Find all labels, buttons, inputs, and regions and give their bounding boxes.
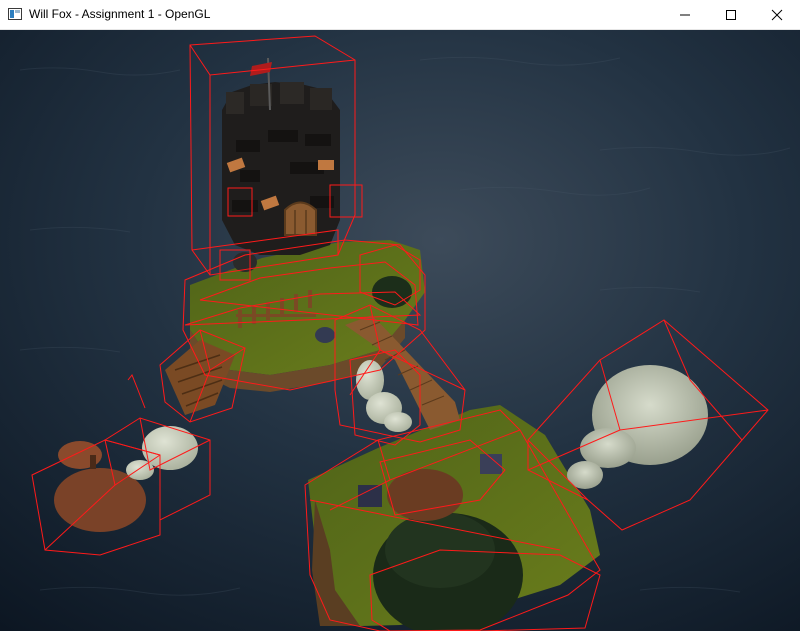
close-icon — [771, 9, 783, 21]
barrel — [315, 327, 335, 343]
opengl-viewport[interactable] — [0, 30, 800, 631]
scene-canvas — [0, 30, 800, 631]
minimize-button[interactable] — [662, 0, 708, 30]
opengl-app-icon — [8, 8, 22, 20]
castle-tower — [222, 82, 340, 255]
maximize-button[interactable] — [708, 0, 754, 30]
window-title: Will Fox - Assignment 1 - OpenGL — [29, 7, 211, 21]
maximize-icon — [726, 10, 736, 20]
title-bar[interactable]: Will Fox - Assignment 1 - OpenGL — [0, 0, 800, 30]
minimize-icon — [680, 14, 690, 16]
crate — [358, 485, 382, 507]
app-window: Will Fox - Assignment 1 - OpenGL — [0, 0, 800, 631]
close-button[interactable] — [754, 0, 800, 30]
